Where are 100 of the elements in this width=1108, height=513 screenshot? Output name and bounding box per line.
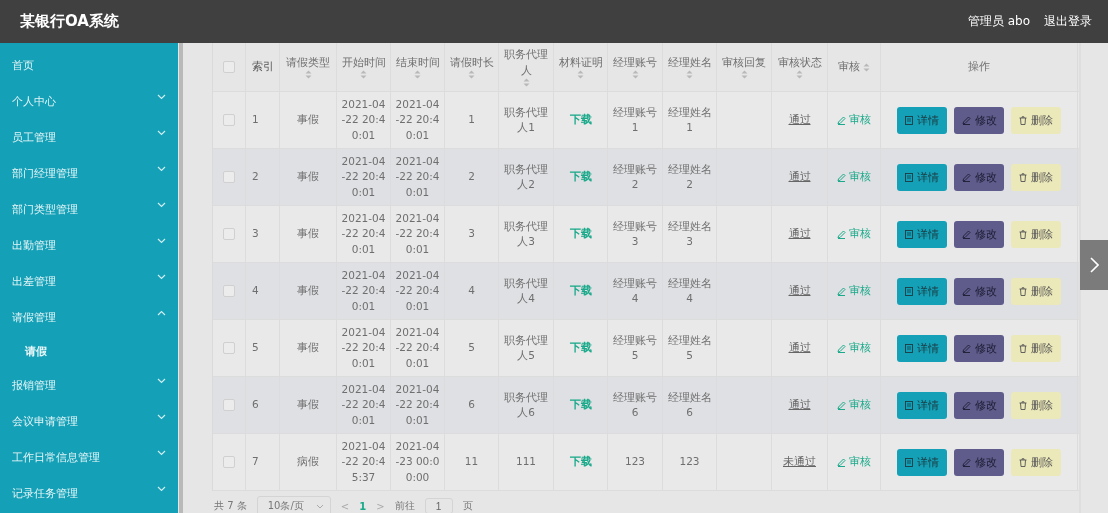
review-link[interactable]: 审核	[837, 454, 871, 470]
pencil-icon	[837, 286, 846, 296]
review-link[interactable]: 审核	[837, 112, 871, 128]
prev-page-button[interactable]: <	[340, 500, 350, 512]
row-checkbox[interactable]	[223, 171, 235, 183]
column-header[interactable]: 请假时长	[449, 54, 494, 71]
review-link[interactable]: 审核	[837, 226, 871, 242]
document-icon	[905, 457, 913, 467]
table-cell: 事假	[297, 112, 319, 128]
row-checkbox[interactable]	[223, 399, 235, 411]
app-title: 某银行OA系统	[20, 12, 119, 31]
column-header[interactable]: 材料证明	[558, 54, 603, 71]
edit-button[interactable]: 修改	[954, 220, 1004, 248]
review-link[interactable]: 审核	[837, 340, 871, 356]
column-header[interactable]: 审核	[838, 59, 860, 75]
sidebar-item[interactable]: 记录任务管理	[12, 485, 78, 501]
detail-button[interactable]: 详情	[897, 334, 947, 362]
download-link[interactable]: 下载	[569, 112, 592, 128]
next-arrow-button[interactable]	[1080, 240, 1108, 290]
sidebar-item[interactable]: 部门类型管理	[12, 201, 78, 217]
sidebar-item[interactable]: 会议申请管理	[12, 413, 78, 429]
download-link[interactable]: 下载	[569, 283, 592, 299]
document-icon	[905, 172, 913, 182]
next-page-button[interactable]: >	[376, 500, 385, 512]
total-count: 共 7 条	[214, 499, 247, 513]
select-all-checkbox[interactable]	[223, 61, 235, 73]
review-link[interactable]: 审核	[837, 169, 871, 185]
sidebar-item[interactable]: 员工管理	[12, 129, 56, 145]
sidebar-subitem[interactable]: 请假	[0, 335, 178, 367]
column-header[interactable]: 结束时间	[395, 54, 440, 71]
column-header[interactable]: 经理账号	[613, 54, 657, 71]
download-link[interactable]: 下载	[569, 169, 592, 185]
sidebar-item[interactable]: 请假管理	[12, 309, 56, 325]
table-cell: 2021-04-22 20:45:37	[340, 439, 387, 485]
download-link[interactable]: 下载	[569, 226, 592, 242]
table-cell-text: 职务代理人5	[503, 332, 549, 363]
chevron-right-icon	[1089, 257, 1099, 273]
sidebar-item[interactable]: 工作日常信息管理	[12, 449, 100, 465]
column-header[interactable]: 职务代理人	[502, 47, 550, 78]
edit-button[interactable]: 修改	[954, 391, 1004, 419]
review-link[interactable]: 审核	[837, 397, 871, 413]
column-header[interactable]: 请假类型	[286, 54, 330, 71]
edit-button[interactable]: 修改	[954, 163, 1004, 191]
detail-button[interactable]: 详情	[897, 163, 947, 191]
table-cell-text: 职务代理人1	[503, 104, 549, 135]
row-checkbox[interactable]	[223, 456, 235, 468]
table-cell: 2021-04-22 20:40:01	[340, 211, 387, 257]
row-checkbox[interactable]	[223, 342, 235, 354]
sidebar-item[interactable]: 个人中心	[12, 93, 56, 109]
delete-button[interactable]: 删除	[1011, 277, 1061, 305]
detail-button[interactable]: 详情	[897, 391, 947, 419]
download-link[interactable]: 下载	[569, 454, 592, 470]
edit-button[interactable]: 修改	[954, 448, 1004, 476]
review-link[interactable]: 审核	[837, 283, 871, 299]
logout-link[interactable]: 退出登录	[1044, 13, 1092, 30]
page-number[interactable]: 1	[359, 500, 367, 512]
delete-button[interactable]: 删除	[1011, 448, 1061, 476]
sidebar-item[interactable]: 首页	[12, 57, 34, 73]
edit-button[interactable]: 修改	[954, 277, 1004, 305]
detail-button[interactable]: 详情	[897, 277, 947, 305]
table-cell: 2021-04-22 20:40:01	[394, 268, 441, 314]
pencil-icon	[837, 457, 846, 467]
pencil-icon	[837, 400, 846, 410]
delete-button[interactable]: 删除	[1011, 334, 1061, 362]
pencil-icon	[961, 229, 971, 239]
table-cell-text: 职务代理人4	[503, 275, 549, 306]
sidebar-item[interactable]: 部门经理管理	[12, 165, 78, 181]
column-header[interactable]: 审核状态	[777, 54, 822, 71]
detail-button[interactable]: 详情	[897, 220, 947, 248]
row-checkbox[interactable]	[223, 228, 235, 240]
table-cell: 6	[252, 397, 259, 413]
scrollbar[interactable]	[179, 43, 183, 513]
delete-button[interactable]: 删除	[1011, 220, 1061, 248]
table-cell: 5	[252, 340, 259, 356]
column-header[interactable]: 审核回复	[722, 54, 766, 71]
delete-button[interactable]: 删除	[1011, 163, 1061, 191]
row-checkbox[interactable]	[223, 285, 235, 297]
download-link[interactable]: 下载	[569, 397, 592, 413]
table-cell: 2021-04-23 00:00:00	[394, 439, 441, 485]
edit-button[interactable]: 修改	[954, 334, 1004, 362]
row-checkbox[interactable]	[223, 114, 235, 126]
sidebar-item[interactable]: 出勤管理	[12, 237, 56, 253]
table-cell: 2021-04-22 20:40:01	[394, 97, 441, 143]
column-header[interactable]: 经理姓名	[667, 54, 712, 71]
sidebar-item[interactable]: 报销管理	[12, 377, 56, 393]
page-input[interactable]: 1	[424, 498, 453, 513]
page-size-select[interactable]: 10条/页	[256, 496, 331, 513]
detail-button[interactable]: 详情	[897, 448, 947, 476]
download-link[interactable]: 下载	[569, 340, 592, 356]
edit-button[interactable]: 修改	[954, 106, 1004, 134]
delete-button[interactable]: 删除	[1011, 106, 1061, 134]
document-icon	[905, 115, 913, 125]
sidebar-item[interactable]: 出差管理	[12, 273, 56, 289]
pencil-icon	[837, 229, 846, 239]
document-icon	[905, 229, 913, 239]
delete-button[interactable]: 删除	[1011, 391, 1061, 419]
table-cell-text: 经理姓名6	[666, 389, 713, 420]
column-header[interactable]: 开始时间	[341, 54, 386, 71]
column-header: 操作	[968, 59, 990, 75]
detail-button[interactable]: 详情	[897, 106, 947, 134]
